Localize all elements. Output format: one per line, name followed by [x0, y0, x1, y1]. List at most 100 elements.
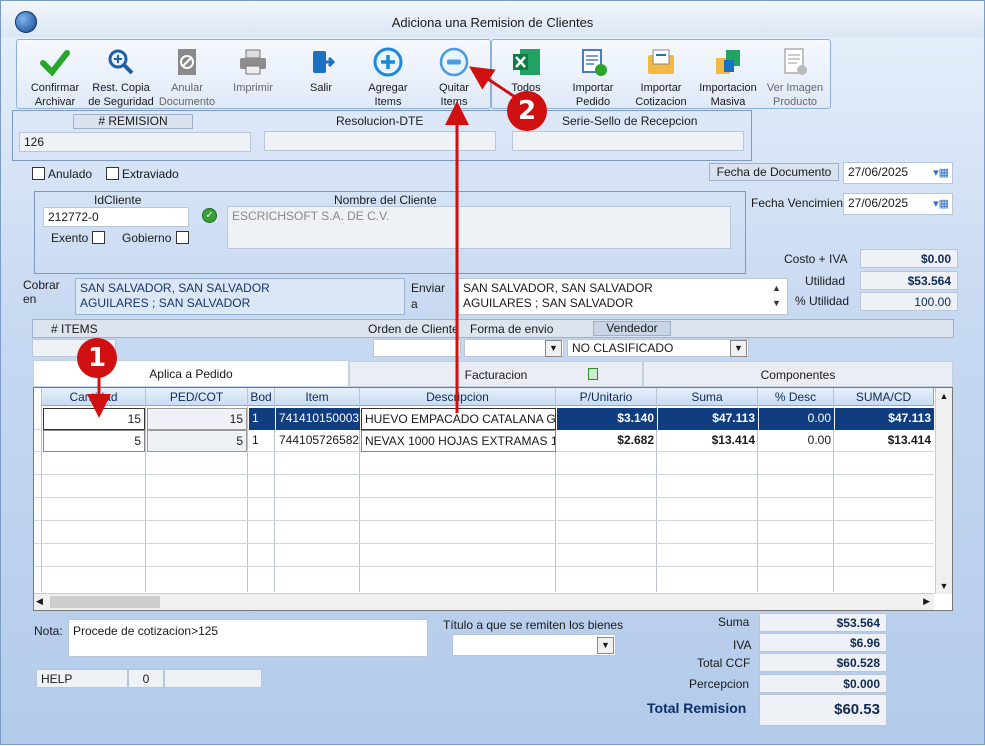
- cell-item[interactable]: 744105726582: [276, 430, 360, 452]
- salir-label: Salir: [309, 82, 332, 94]
- agregar-items-button[interactable]: Agregar Items: [350, 46, 426, 109]
- anular-button[interactable]: Anular Documento: [149, 46, 225, 109]
- window-title: Adiciona una Remision de Clientes: [391, 15, 594, 30]
- cell-cantidad[interactable]: 15: [43, 408, 145, 430]
- resolucion-label: Resolucion-DTE: [336, 114, 424, 128]
- cell-suma-cd[interactable]: $47.113: [835, 408, 934, 430]
- cell-descripcion[interactable]: HUEVO EMPACADO CATALANA GI: [361, 408, 556, 430]
- items-count-label: # ITEMS: [51, 322, 98, 336]
- cell-desc[interactable]: 0.00: [759, 430, 834, 452]
- nota-field[interactable]: Procede de cotizacion>125: [68, 619, 428, 657]
- cobrar-field[interactable]: SAN SALVADOR, SAN SALVADOR AGUILARES ; S…: [75, 278, 405, 315]
- cell-item[interactable]: 741410150003: [276, 408, 360, 430]
- resolucion-field[interactable]: [264, 131, 496, 151]
- nombre-cliente-field[interactable]: ESCRICHSOFT S.A. DE C.V.: [227, 206, 731, 249]
- cell-desc[interactable]: 0.00: [759, 408, 834, 430]
- id-cliente-field[interactable]: 212772-0: [43, 207, 189, 227]
- fecha-documento-value: 27/06/2025: [848, 165, 909, 179]
- cell-bod[interactable]: 1: [249, 430, 275, 452]
- minus-circle-icon: [439, 47, 469, 77]
- salir-button[interactable]: Salir: [283, 46, 359, 95]
- utilidad-value: $53.564: [860, 271, 958, 290]
- title-bar: Adiciona una Remision de Clientes: [1, 1, 984, 37]
- cell-suma[interactable]: $13.414: [658, 430, 758, 452]
- gobierno-checkbox[interactable]: [176, 231, 189, 244]
- cell-p-unitario[interactable]: $3.140: [557, 408, 657, 430]
- calendar-icon[interactable]: ▾▦: [933, 166, 949, 179]
- horizontal-scrollbar[interactable]: ◀ ▶: [34, 593, 934, 610]
- enviar-label: Enviar a: [411, 281, 446, 311]
- col-header-suma-cd[interactable]: SUMA/CD: [834, 388, 934, 406]
- total-ccf-value: $60.528: [759, 653, 887, 672]
- agregar-items-label: Agregar Items: [368, 82, 408, 108]
- tab-facturacion[interactable]: Facturacion: [349, 361, 643, 387]
- importar-cotizacion-button[interactable]: Importar Cotizacion: [623, 46, 699, 109]
- ver-imagen-label: Ver Imagen Producto: [766, 82, 824, 108]
- printer-icon: [240, 49, 266, 75]
- calendar-icon[interactable]: ▾▦: [933, 197, 949, 210]
- orden-cliente-label: Orden de Cliente: [368, 322, 459, 336]
- annotation-badge-1: 1: [77, 338, 117, 378]
- anulado-label: Anulado: [48, 167, 93, 181]
- importacion-masiva-button[interactable]: Importacion Masiva: [690, 46, 766, 109]
- imprimir-button[interactable]: Imprimir: [215, 46, 291, 95]
- cell-suma[interactable]: $47.113: [658, 408, 758, 430]
- fecha-vencimiento-field[interactable]: 27/06/2025 ▾▦: [843, 193, 953, 215]
- titulo-select[interactable]: [452, 634, 616, 656]
- tab-facturacion-label: Facturacion: [464, 368, 528, 382]
- orden-cliente-field[interactable]: [373, 339, 461, 357]
- importar-pedido-button[interactable]: Importar Pedido: [555, 46, 631, 109]
- anulado-checkbox[interactable]: [32, 167, 45, 180]
- extraviado-label: Extraviado: [122, 167, 179, 181]
- cell-bod[interactable]: 1: [249, 408, 275, 430]
- anular-label: Anular Documento: [158, 82, 216, 108]
- iva-label: IVA: [733, 638, 752, 652]
- toolbar-main: Confirmar Archivar Rest. Copia de Seguri…: [16, 39, 491, 109]
- vendedor-dropdown-icon[interactable]: ▼: [730, 340, 747, 357]
- cell-descripcion[interactable]: NEVAX 1000 HOJAS EXTRAMAS 1:: [361, 430, 556, 452]
- serie-field[interactable]: [512, 131, 744, 151]
- enviar-field[interactable]: SAN SALVADOR, SAN SALVADOR AGUILARES ; S…: [458, 278, 788, 315]
- iva-value: $6.96: [759, 633, 887, 652]
- scroll-down-icon[interactable]: ▼: [936, 578, 952, 594]
- annotation-badge-2: 2: [507, 91, 547, 131]
- grid-row-line: [34, 543, 934, 544]
- remision-header-label: # REMISION: [73, 114, 193, 129]
- forma-envio-dropdown-icon[interactable]: ▼: [545, 340, 562, 357]
- grid-row-line: [34, 497, 934, 498]
- cell-suma-cd[interactable]: $13.414: [835, 430, 934, 452]
- confirmar-button[interactable]: Confirmar Archivar: [17, 46, 93, 109]
- remision-number-field[interactable]: 126: [19, 132, 251, 152]
- rest-copia-button[interactable]: Rest. Copia de Seguridad: [83, 46, 159, 109]
- fecha-vencimiento-value: 27/06/2025: [848, 196, 909, 210]
- quitar-items-label: Quitar Items: [439, 82, 469, 108]
- quote-folder-icon: [648, 49, 674, 74]
- vendedor-select[interactable]: NO CLASIFICADO: [567, 339, 749, 357]
- titulo-dropdown-icon[interactable]: ▼: [597, 637, 614, 654]
- ver-imagen-button[interactable]: Ver Imagen Producto: [757, 46, 833, 109]
- cobrar-label: Cobrar en: [23, 278, 60, 306]
- scroll-up-icon[interactable]: ▲: [936, 388, 952, 404]
- scroll-thumb[interactable]: [50, 596, 160, 608]
- cell-ped-cot[interactable]: 15: [147, 408, 247, 430]
- grid-row-line: [34, 474, 934, 475]
- nota-label: Nota:: [34, 624, 63, 638]
- fecha-documento-field[interactable]: 27/06/2025 ▾▦: [843, 162, 953, 184]
- document-green-icon: [588, 368, 598, 380]
- scroll-left-icon[interactable]: ◀: [36, 596, 43, 607]
- extraviado-checkbox[interactable]: [106, 167, 119, 180]
- cell-p-unitario[interactable]: $2.682: [557, 430, 657, 452]
- cell-ped-cot[interactable]: 5: [147, 430, 247, 452]
- validate-client-icon[interactable]: ✓: [202, 208, 217, 223]
- id-cliente-label: IdCliente: [94, 193, 142, 207]
- help-field[interactable]: HELP: [36, 669, 128, 688]
- scroll-right-icon[interactable]: ▶: [923, 596, 930, 607]
- importar-cotizacion-label: Importar Cotizacion: [635, 82, 687, 108]
- exento-checkbox[interactable]: [92, 231, 105, 244]
- todos-button[interactable]: Todos: [488, 46, 564, 95]
- cell-cantidad[interactable]: 5: [43, 430, 145, 452]
- tab-componentes[interactable]: Componentes: [643, 361, 953, 387]
- vertical-scrollbar[interactable]: ▲ ▼: [935, 388, 952, 594]
- enviar-scroll-icon[interactable]: ▲ ▼: [772, 281, 781, 311]
- quitar-items-button[interactable]: Quitar Items: [416, 46, 492, 109]
